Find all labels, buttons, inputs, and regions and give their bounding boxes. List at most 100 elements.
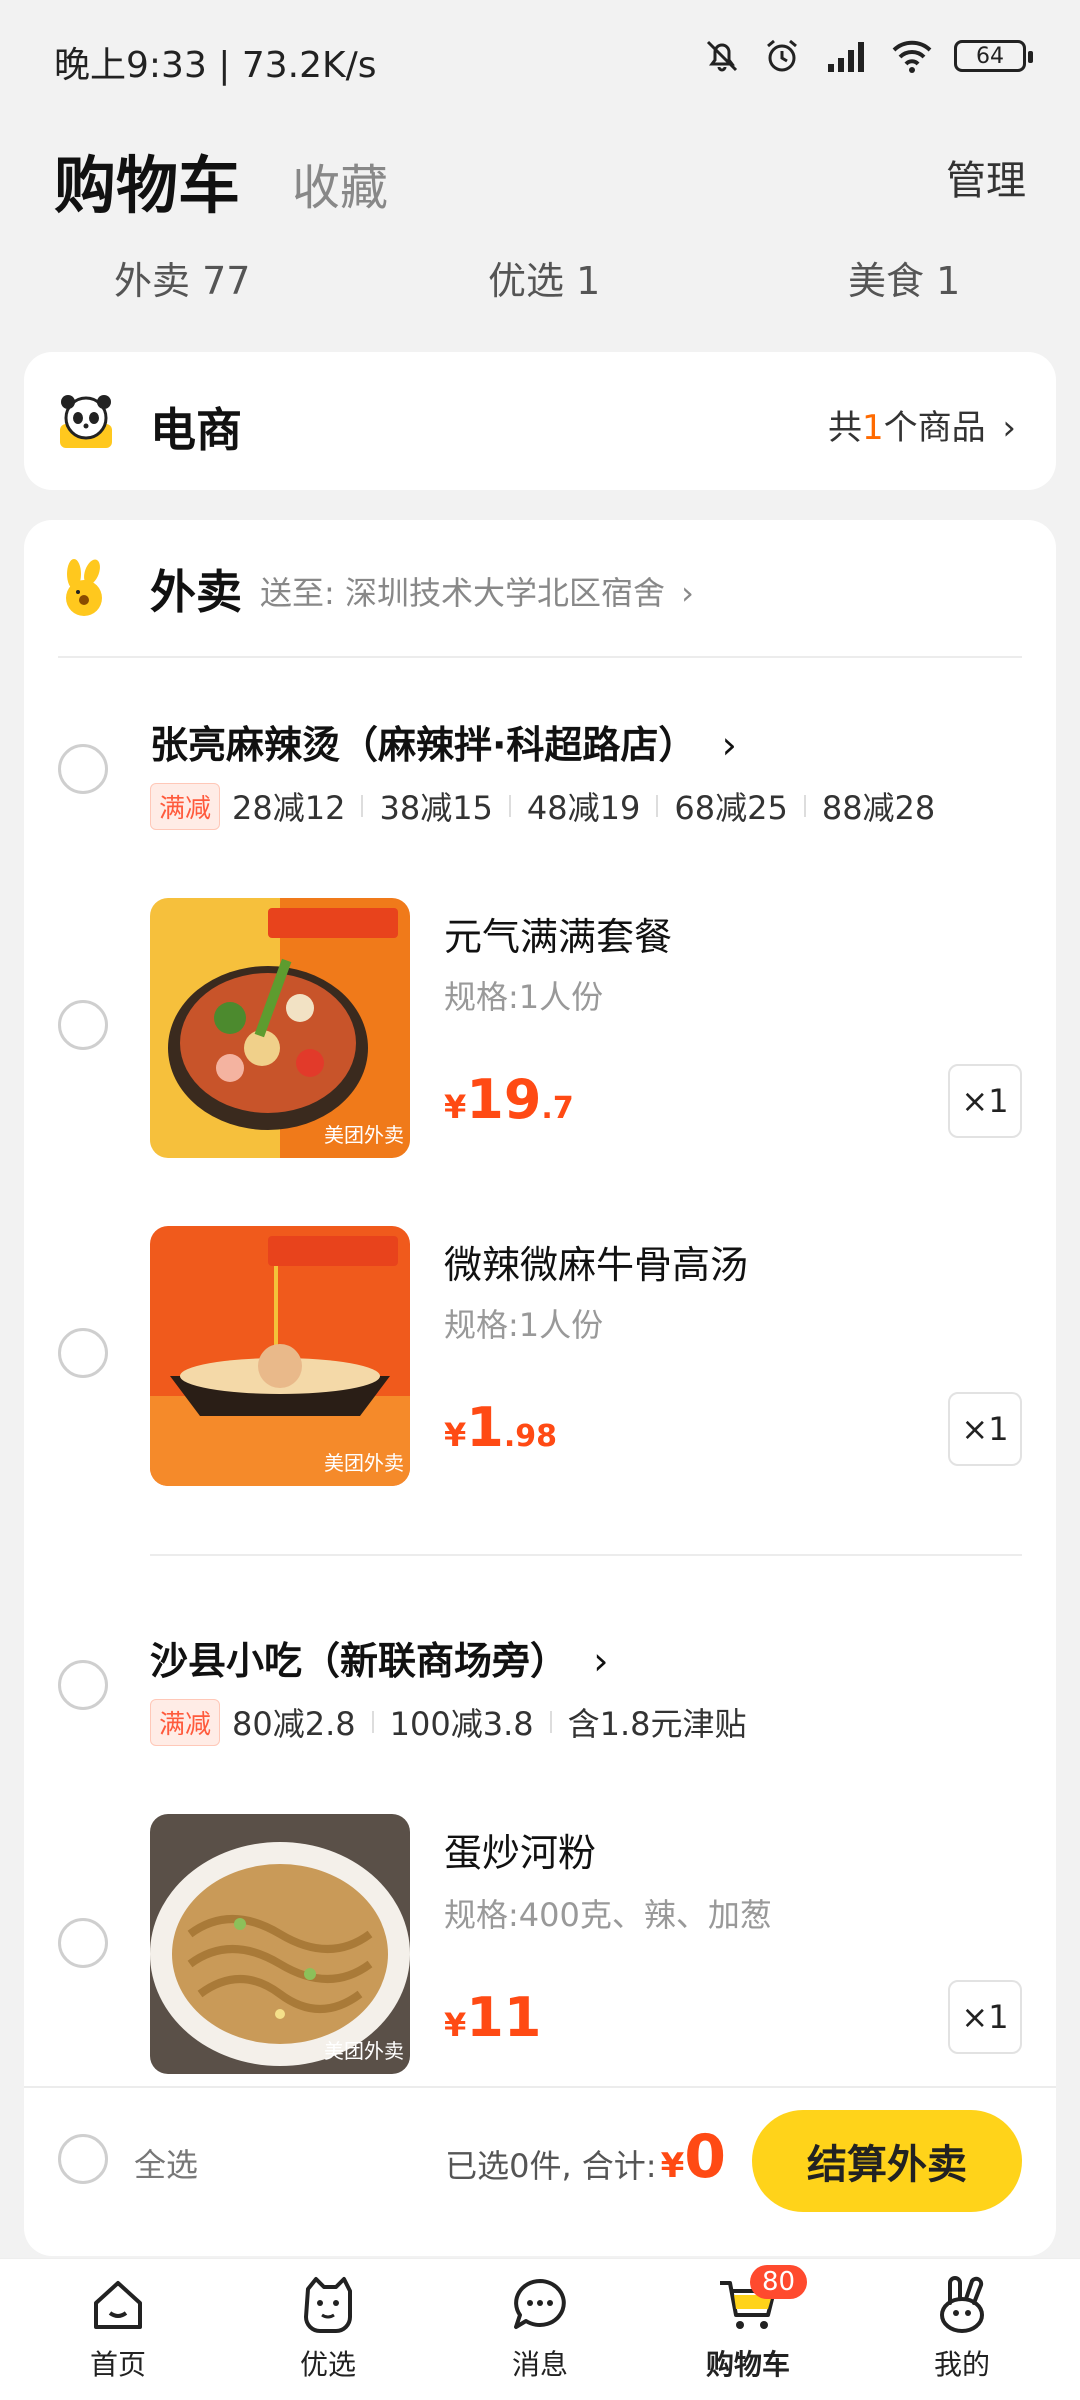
shop-name: 沙县小吃（新联商场旁） xyxy=(150,1639,569,1683)
item-thumbnail[interactable]: 美团外卖 xyxy=(150,898,410,1158)
price-integer: 11 xyxy=(466,1986,542,2049)
category-tabs: 外卖 77 优选 1 美食 1 xyxy=(0,250,1080,310)
item-price: ¥11 xyxy=(444,1986,541,2049)
quantity-button[interactable]: ×1 xyxy=(948,1980,1022,2054)
shop-name-link[interactable]: 张亮麻辣烫（麻辣拌·科超路店） › xyxy=(150,714,737,769)
home-icon xyxy=(94,2281,142,2329)
promo-row: 满减 28减12 38减15 48减19 68减25 88减28 xyxy=(150,782,935,830)
shop-name: 张亮麻辣烫（麻辣拌·科超路店） xyxy=(150,723,697,767)
cart-page: 晚上9:33 | 73.2K/s 64 购物车 收藏 管理 外卖 77 优选 1… xyxy=(0,0,1080,2400)
item-price: ¥19.7 xyxy=(444,1068,574,1131)
ecommerce-count: 共1个商品 › xyxy=(828,400,1016,449)
item-name: 微辣微麻牛骨高汤 xyxy=(444,1243,749,1287)
promo-divider xyxy=(361,795,364,817)
item-select-radio[interactable] xyxy=(58,1328,108,1378)
promo-divider xyxy=(371,1711,374,1733)
bottom-nav: 首页 优选 消息 80 购物车 我的 xyxy=(0,2258,1080,2400)
promo-item: 88减28 xyxy=(821,789,936,827)
favorites-tab[interactable]: 收藏 xyxy=(292,148,388,218)
item-thumbnail[interactable]: 美团外卖 xyxy=(150,1226,410,1486)
delivery-address-text: 送至: 深圳技术大学北区宿舍 xyxy=(260,574,665,612)
item-spec: 规格:400克、辣、加葱 xyxy=(444,1896,772,1934)
checkout-button[interactable]: 结算外卖 xyxy=(752,2110,1022,2212)
nav-item-cart[interactable]: 80 购物车 xyxy=(688,2265,808,2383)
status-bar: 晚上9:33 | 73.2K/s 64 xyxy=(0,0,1080,120)
promo-item: 80减2.8 xyxy=(232,1705,356,1743)
waimai-card: 外卖 送至: 深圳技术大学北区宿舍 › 张亮麻辣烫（麻辣拌·科超路店） › 满减… xyxy=(24,520,1056,2256)
waimai-label: 外卖 xyxy=(150,565,242,619)
nav-item-home[interactable]: 首页 xyxy=(58,2273,178,2383)
selected-count-text: 已选0件, 合计: xyxy=(445,2147,657,2185)
chevron-right-icon: › xyxy=(1002,408,1016,448)
ecommerce-card[interactable]: 电商 共1个商品 › xyxy=(24,352,1056,490)
shop-name-link[interactable]: 沙县小吃（新联商场旁） › xyxy=(150,1630,608,1685)
quantity-button[interactable]: ×1 xyxy=(948,1064,1022,1138)
count-number: 1 xyxy=(861,408,884,448)
promo-divider xyxy=(508,795,511,817)
quantity-button[interactable]: ×1 xyxy=(948,1392,1022,1466)
price-integer: 19 xyxy=(466,1068,542,1131)
nav-item-profile[interactable]: 我的 xyxy=(902,2273,1022,2383)
price-symbol: ¥ xyxy=(444,1088,467,1126)
cart-badge: 80 xyxy=(750,2265,808,2299)
promo-tag: 满减 xyxy=(150,1698,221,1746)
promo-divider xyxy=(656,795,659,817)
cat-face-icon xyxy=(304,2277,352,2333)
wifi-icon xyxy=(892,40,932,73)
divider xyxy=(150,1554,1022,1556)
tab-meishi[interactable]: 美食 1 xyxy=(848,250,960,305)
promo-tag: 满减 xyxy=(150,782,221,830)
divider xyxy=(58,656,1022,658)
price-decimal: .7 xyxy=(541,1091,574,1126)
item-name: 元气满满套餐 xyxy=(444,915,673,959)
mute-bell-icon xyxy=(706,40,738,72)
panda-icon xyxy=(60,395,112,448)
item-select-radio[interactable] xyxy=(58,1918,108,1968)
total-summary: 已选0件, 合计: ¥ 0 xyxy=(445,2122,726,2192)
promo-item: 68减25 xyxy=(674,789,788,827)
divider xyxy=(24,2086,1056,2088)
item-spec: 规格:1人份 xyxy=(444,1306,604,1344)
shop-select-radio[interactable] xyxy=(58,744,108,794)
nav-item-messages[interactable]: 消息 xyxy=(480,2273,600,2383)
ecommerce-label: 电商 xyxy=(150,403,242,457)
rabbit-logo-icon xyxy=(66,559,102,616)
checkout-bar: 全选 已选0件, 合计: ¥ 0 结算外卖 xyxy=(24,2100,1056,2220)
item-price: ¥1.98 xyxy=(444,1396,557,1459)
item-name: 蛋炒河粉 xyxy=(444,1831,597,1875)
price-decimal: .98 xyxy=(503,1419,557,1454)
promo-item: 含1.8元津贴 xyxy=(567,1705,747,1743)
chat-bubble-icon xyxy=(514,2279,566,2329)
nav-label: 优选 xyxy=(299,2348,356,2381)
header: 购物车 收藏 管理 xyxy=(0,130,1080,230)
tab-waimai[interactable]: 外卖 77 xyxy=(114,250,250,305)
promo-divider xyxy=(549,1711,552,1733)
chevron-right-icon: › xyxy=(721,723,737,767)
nav-label: 我的 xyxy=(933,2348,990,2381)
item-select-radio[interactable] xyxy=(58,1000,108,1050)
battery-indicator: 64 xyxy=(954,40,1033,72)
signal-icon xyxy=(828,42,864,72)
chevron-right-icon: › xyxy=(593,1639,609,1683)
shop-select-radio[interactable] xyxy=(58,1660,108,1710)
tab-youxuan[interactable]: 优选 1 xyxy=(488,250,600,305)
price-integer: 1 xyxy=(466,1396,504,1459)
nav-item-youxuan[interactable]: 优选 xyxy=(268,2273,388,2383)
count-prefix: 共 xyxy=(827,408,862,448)
promo-item: 38减15 xyxy=(379,789,493,827)
select-all-radio[interactable] xyxy=(58,2134,108,2184)
thumb-watermark: 美团外卖 xyxy=(324,1451,404,1475)
chevron-right-icon: › xyxy=(681,574,694,612)
item-thumbnail[interactable]: 美团外卖 xyxy=(150,1814,410,2074)
select-all-label[interactable]: 全选 xyxy=(134,2140,198,2186)
promo-item: 100减3.8 xyxy=(389,1705,534,1743)
status-icons: 64 xyxy=(702,36,1033,76)
nav-label: 首页 xyxy=(89,2348,146,2381)
alarm-icon xyxy=(767,39,797,72)
thumb-watermark: 美团外卖 xyxy=(324,1123,404,1147)
nav-label: 消息 xyxy=(511,2348,568,2381)
manage-button[interactable]: 管理 xyxy=(946,148,1026,206)
delivery-address[interactable]: 送至: 深圳技术大学北区宿舍 › xyxy=(260,568,694,614)
status-time: 晚上9:33 | 73.2K/s xyxy=(54,45,377,86)
price-symbol: ¥ xyxy=(444,1416,467,1454)
